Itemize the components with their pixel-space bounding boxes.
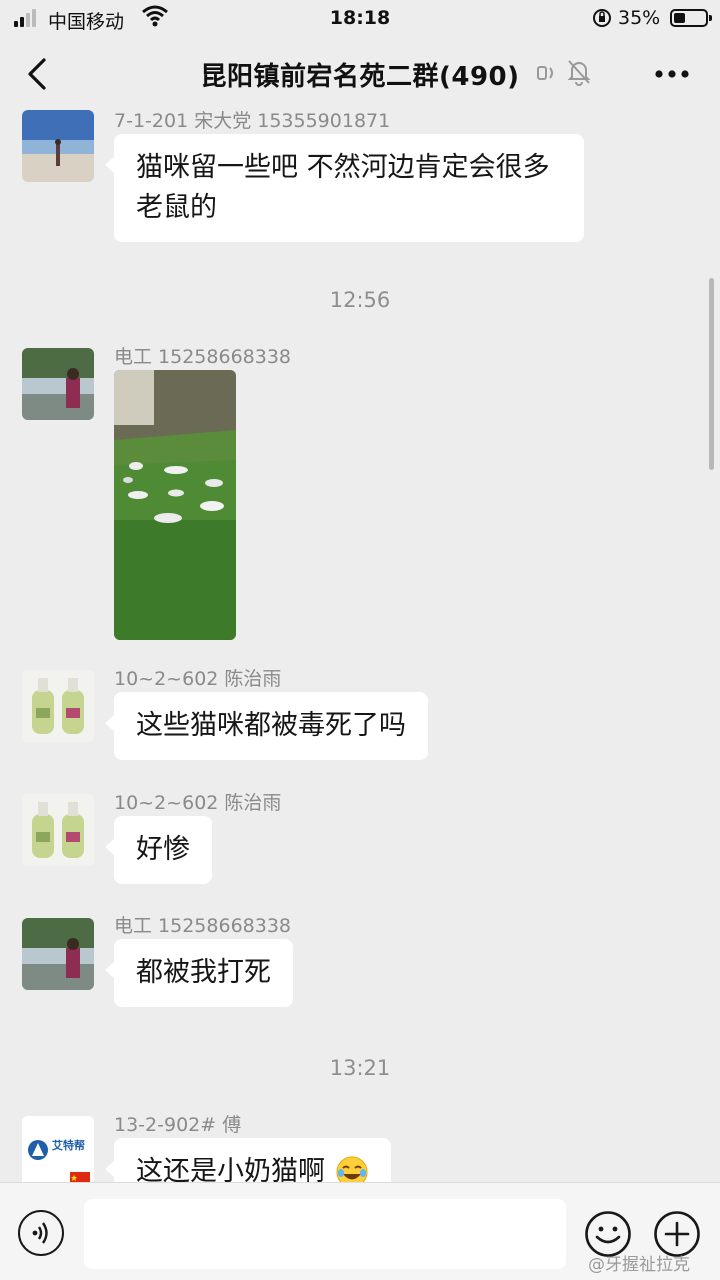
battery-percent: 35% (618, 7, 661, 29)
message-bubble[interactable]: 这还是小奶猫啊 (105, 1138, 391, 1182)
message-bubble[interactable]: 猫咪留一些吧 不然河边肯定会很多老鼠的 (105, 134, 584, 242)
sender-name: 10~2~602 陈治雨 (114, 668, 282, 690)
battery-icon (670, 9, 712, 27)
message-input[interactable] (84, 1199, 566, 1269)
time-divider: 13:21 (329, 1056, 391, 1080)
laughing-emoji-icon (336, 1156, 368, 1182)
chat-messages[interactable]: 7-1-201 宋大党 15355901871 猫咪留一些吧 不然河边肯定会很多… (0, 110, 720, 1182)
more-icon[interactable] (650, 54, 694, 94)
sender-name: 10~2~602 陈治雨 (114, 792, 282, 814)
voice-icon (32, 1222, 48, 1244)
status-bar: 中国移动 18:18 35% (0, 0, 720, 38)
status-time: 18:18 (329, 7, 391, 29)
avatar[interactable] (22, 794, 94, 866)
avatar[interactable] (22, 348, 94, 420)
avatar[interactable]: 艾特帮 (22, 1116, 94, 1182)
sender-name: 7-1-201 宋大党 15355901871 (114, 110, 391, 132)
group-title: 昆阳镇前宕名苑二群(490) (200, 62, 520, 92)
back-icon[interactable] (22, 56, 54, 92)
time-divider: 12:56 (329, 288, 391, 312)
avatar[interactable] (22, 110, 94, 182)
company-logo-text: 艾特帮 (52, 1138, 85, 1152)
earpiece-mode-icon (537, 66, 553, 80)
watermark: @牙握祉拉克 (588, 1255, 690, 1275)
voice-input-button[interactable] (18, 1210, 64, 1256)
message-bubble[interactable]: 这些猫咪都被毒死了吗 (105, 692, 428, 760)
sender-name: 13-2-902# 傅 (114, 1114, 242, 1136)
message-text: 这还是小奶猫啊 (136, 1156, 325, 1182)
rotation-lock-icon (593, 9, 611, 27)
avatar[interactable] (22, 670, 94, 742)
avatar[interactable] (22, 918, 94, 990)
message-bubble[interactable]: 都被我打死 (105, 939, 293, 1007)
sender-name: 电工 15258668338 (114, 915, 292, 937)
mute-bell-icon (567, 60, 591, 86)
shared-photo[interactable] (114, 370, 236, 640)
chat-header: 昆阳镇前宕名苑二群(490) (0, 38, 720, 110)
company-logo: 艾特帮 (22, 1116, 94, 1182)
message-bubble[interactable]: 好惨 (105, 816, 212, 884)
sender-name: 电工 15258668338 (114, 346, 292, 368)
scrollbar[interactable] (709, 278, 714, 470)
